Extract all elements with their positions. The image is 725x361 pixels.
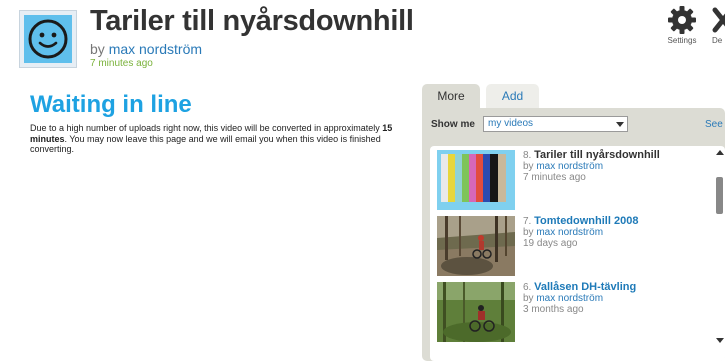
upload-time: 7 minutes ago	[90, 58, 153, 69]
settings-label: Settings	[667, 36, 697, 45]
delete-label: De	[712, 36, 723, 45]
video-thumbnail[interactable]	[437, 282, 515, 342]
video-author-link[interactable]: max nordström	[536, 293, 603, 304]
scrollbar[interactable]	[714, 150, 725, 343]
video-age: 3 months ago	[523, 304, 584, 315]
video-author-link[interactable]: max nordström	[536, 227, 603, 238]
panel-body: Show me my videos See 8. Tariler till ny…	[422, 108, 725, 361]
video-meta: 8. Tariler till nyårsdownhill by max nor…	[523, 149, 713, 184]
filter-label: Show me	[431, 119, 475, 130]
list-item[interactable]: 6. Vallåsen DH-tävling by max nordström …	[430, 282, 720, 344]
video-age: 7 minutes ago	[523, 172, 586, 183]
close-icon	[712, 7, 725, 33]
by-prefix: by	[523, 293, 534, 304]
smiley-face-icon	[24, 15, 72, 63]
video-author-link[interactable]: max nordström	[536, 161, 603, 172]
status-heading: Waiting in line	[30, 91, 192, 118]
video-thumbnail[interactable]	[437, 216, 515, 276]
video-number: 7.	[523, 216, 532, 227]
scroll-down-icon[interactable]	[716, 338, 724, 343]
video-meta: 6. Vallåsen DH-tävling by max nordström …	[523, 281, 713, 316]
video-title[interactable]: Tariler till nyårsdownhill	[534, 149, 660, 161]
author-line: by max nordström	[90, 41, 202, 57]
delete-button[interactable]: De	[711, 5, 725, 45]
status-message-text: Due to a high number of uploads right no…	[30, 123, 383, 133]
video-number: 6.	[523, 282, 532, 293]
video-list: 8. Tariler till nyårsdownhill by max nor…	[430, 146, 725, 361]
by-prefix: by	[523, 227, 534, 238]
settings-button[interactable]: Settings	[663, 5, 701, 45]
list-item[interactable]: 7. Tomtedownhill 2008 by max nordström 1…	[430, 216, 720, 278]
video-title[interactable]: Vallåsen DH-tävling	[534, 281, 636, 293]
chevron-down-icon	[616, 122, 624, 127]
avatar	[19, 10, 77, 68]
tab-add[interactable]: Add	[486, 84, 539, 108]
filter-selected-value: my videos	[488, 118, 534, 129]
video-age: 19 days ago	[523, 238, 578, 249]
scroll-up-icon[interactable]	[716, 150, 724, 155]
scrollbar-thumb[interactable]	[716, 177, 723, 214]
video-meta: 7. Tomtedownhill 2008 by max nordström 1…	[523, 215, 713, 250]
video-number: 8.	[523, 150, 532, 161]
video-thumbnail[interactable]	[437, 150, 515, 210]
status-message: Due to a high number of uploads right no…	[30, 123, 400, 155]
by-prefix: by	[523, 161, 534, 172]
author-link[interactable]: max nordström	[109, 41, 202, 57]
gear-icon	[668, 6, 696, 34]
page-title: Tariler till nyårsdownhill	[90, 5, 414, 37]
filter-select[interactable]: my videos	[483, 116, 628, 132]
see-link[interactable]: See	[705, 119, 723, 130]
video-title[interactable]: Tomtedownhill 2008	[534, 215, 638, 227]
tab-more[interactable]: More	[422, 84, 480, 108]
status-message-text-end: . You may now leave this page and we wil…	[30, 133, 381, 155]
related-videos-panel: More Add Show me my videos See 8. Tarile…	[422, 84, 725, 361]
list-item[interactable]: 8. Tariler till nyårsdownhill by max nor…	[430, 150, 720, 212]
by-prefix: by	[90, 41, 105, 57]
